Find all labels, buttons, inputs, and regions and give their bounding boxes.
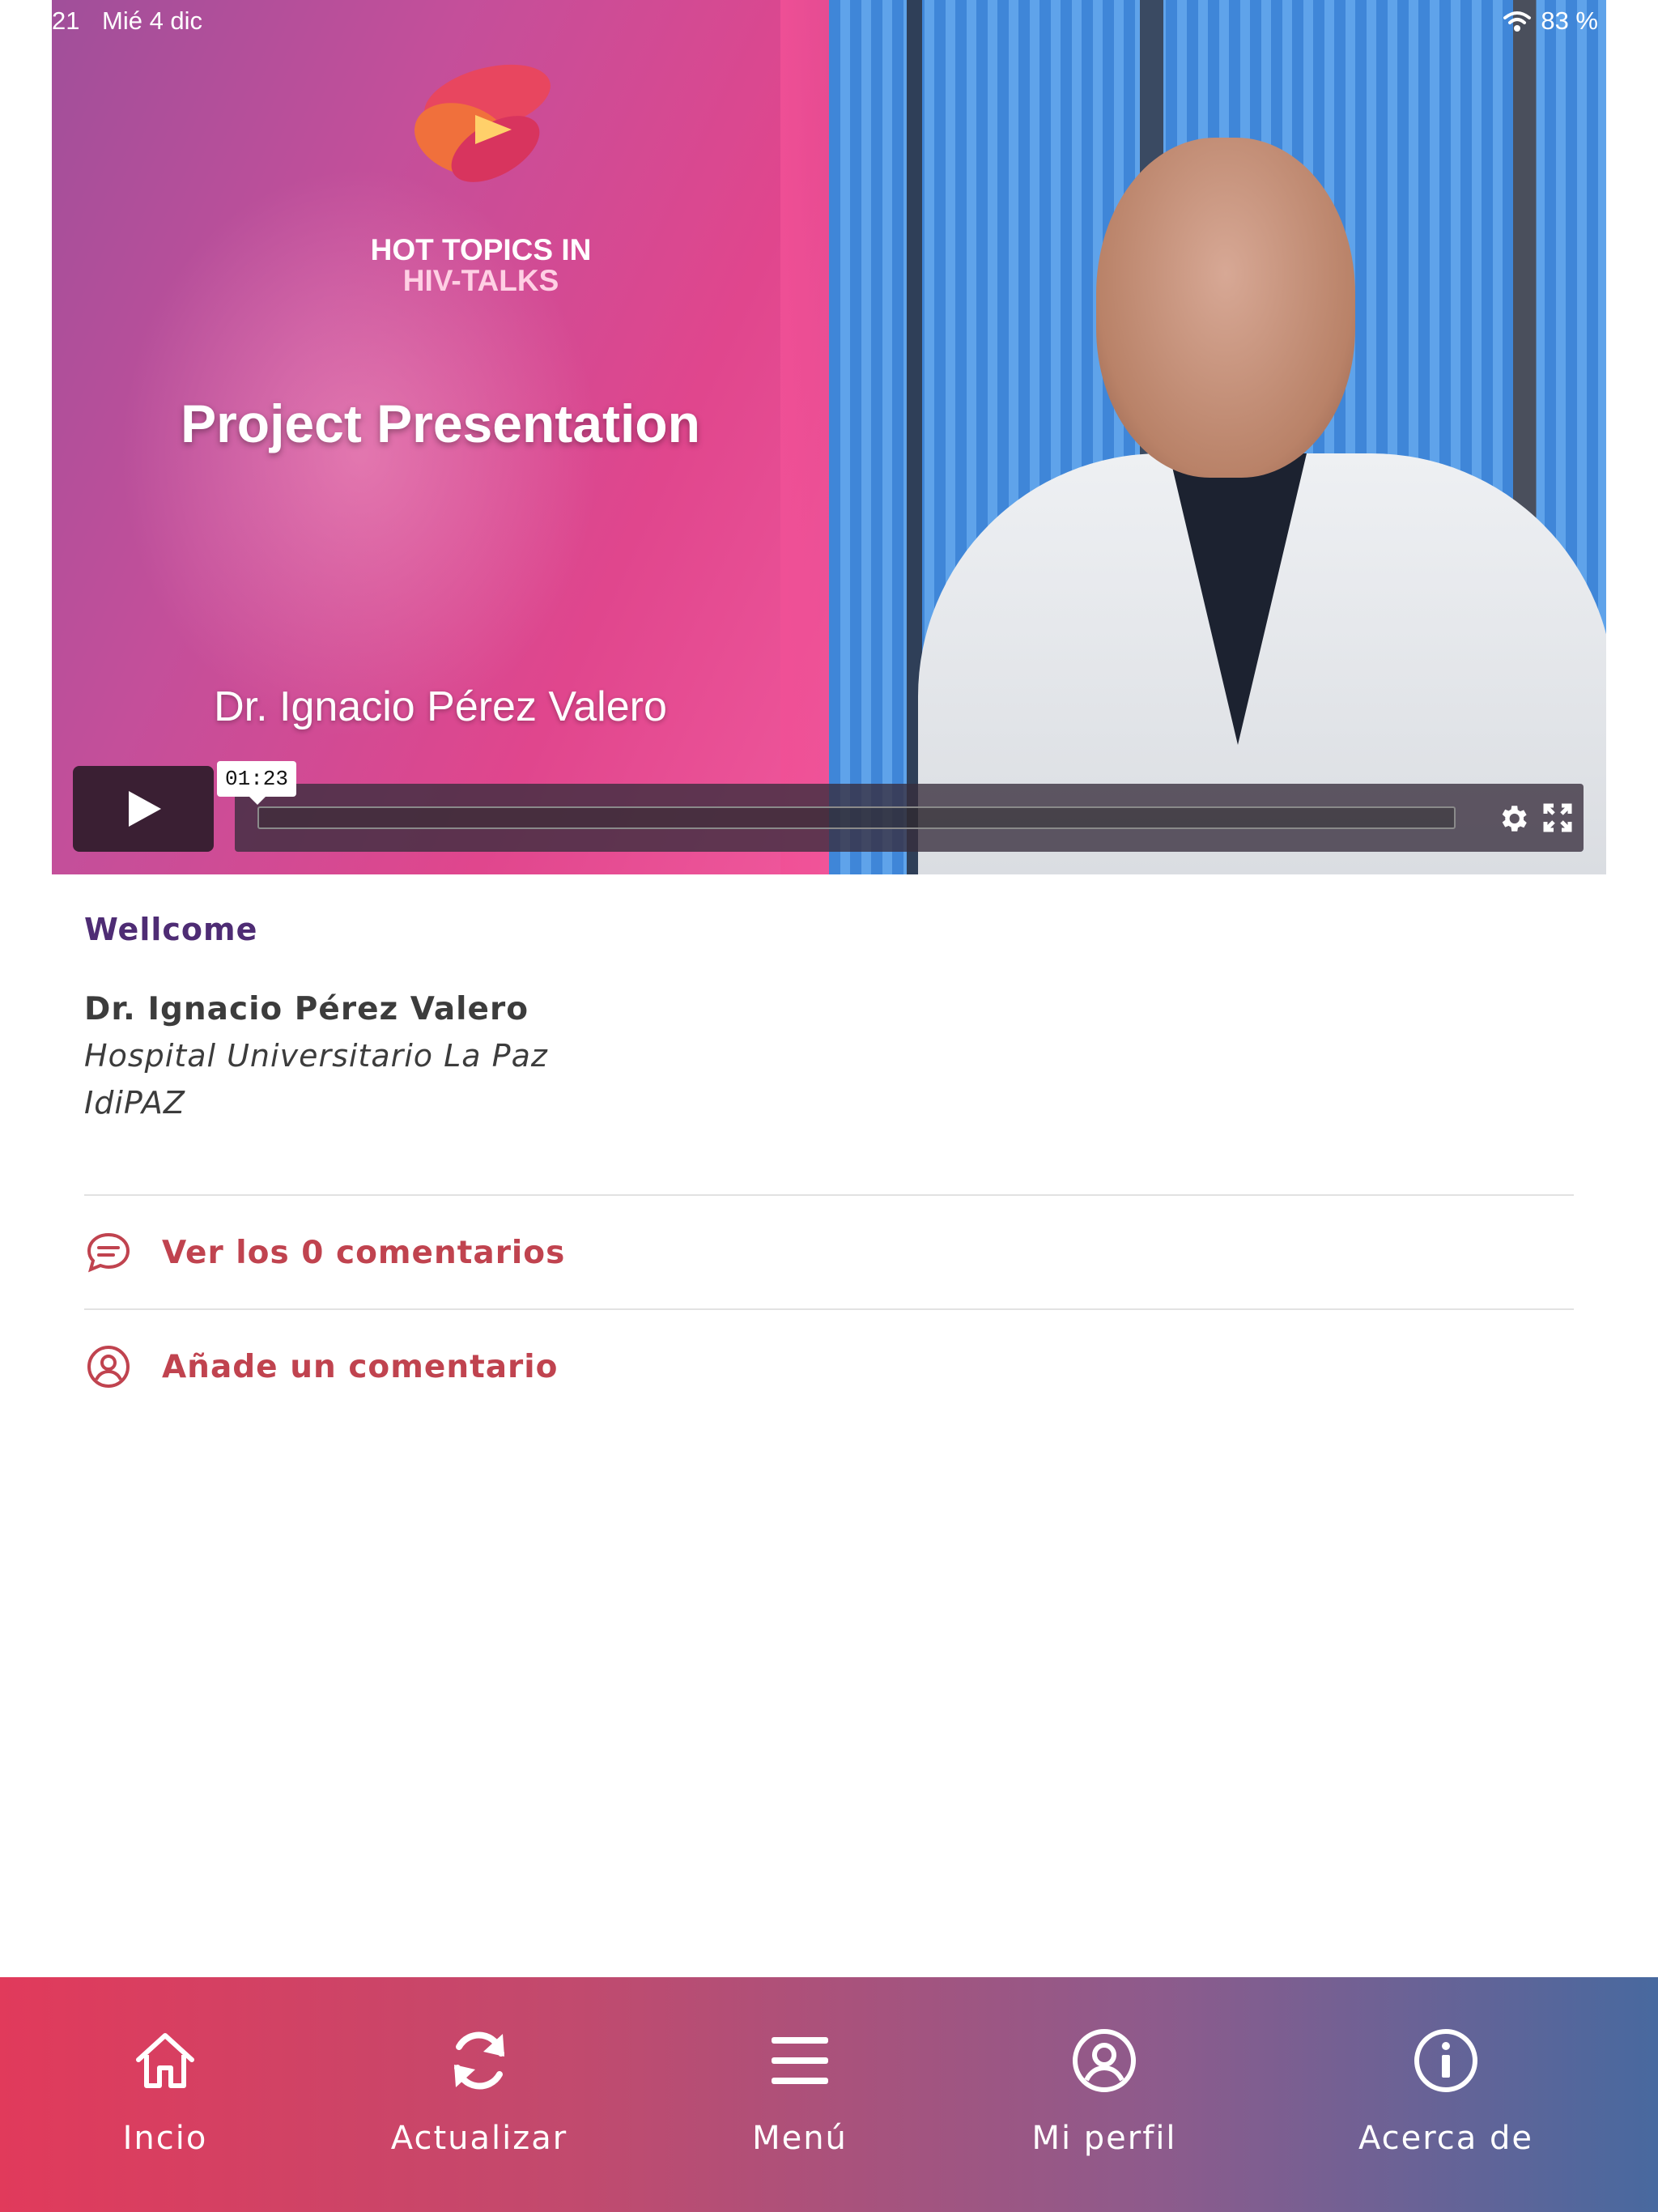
- fullscreen-icon[interactable]: [1541, 802, 1574, 834]
- wifi-icon: [1503, 11, 1532, 32]
- play-icon: [129, 791, 161, 827]
- status-right: 83 %: [1503, 6, 1626, 36]
- tab-label: Incio: [122, 2120, 208, 2157]
- home-icon: [136, 2033, 194, 2088]
- divider: [84, 1308, 1574, 1310]
- menu-icon: [772, 2037, 828, 2084]
- divider: [84, 1194, 1574, 1196]
- progress-track[interactable]: [257, 806, 1456, 829]
- tab-incio[interactable]: Incio: [36, 2026, 295, 2157]
- status-date: Mié 4 dic: [102, 6, 203, 35]
- user-circle-icon: [87, 1346, 130, 1388]
- battery-icon: [1608, 10, 1626, 32]
- tab-acerca-de[interactable]: Acerca de: [1316, 2026, 1575, 2157]
- info-icon: [1414, 2029, 1477, 2092]
- battery-percent: 83 %: [1541, 6, 1598, 35]
- add-comment-link[interactable]: Añade un comentario: [84, 1338, 558, 1395]
- refresh-icon: [454, 2031, 504, 2090]
- speaker-institution-1: Hospital Universitario La Paz: [84, 1038, 548, 1074]
- tab-label: Menú: [752, 2120, 848, 2157]
- tab-label: Actualizar: [390, 2120, 568, 2157]
- chat-bubble-icon: [87, 1232, 130, 1273]
- settings-gear-icon[interactable]: [1496, 802, 1530, 836]
- speaker-name: Dr. Ignacio Pérez Valero: [84, 991, 529, 1027]
- logo-line2: HIV-TALKS: [402, 264, 559, 297]
- status-time: 21: [52, 6, 80, 35]
- tab-mi-perfil[interactable]: Mi perfil: [975, 2026, 1234, 2157]
- tab-label: Mi perfil: [1031, 2120, 1177, 2157]
- video-player[interactable]: HOT TOPICS IN HIV-TALKS Project Presenta…: [52, 0, 1606, 874]
- view-comments-link[interactable]: Ver los 0 comentarios: [84, 1224, 565, 1281]
- tab-menu[interactable]: Menú: [670, 2026, 929, 2157]
- logo-text: HOT TOPICS IN HIV-TALKS: [359, 235, 602, 296]
- video-slide-speaker: Dr. Ignacio Pérez Valero: [214, 683, 667, 730]
- bottom-tab-bar: Incio Actualizar Menú Mi perfil Acerca d…: [0, 1977, 1658, 2212]
- add-comment-label: Añade un comentario: [162, 1348, 559, 1385]
- tab-actualizar[interactable]: Actualizar: [350, 2026, 609, 2157]
- speaker-institution-2: IdiPAZ: [84, 1085, 185, 1121]
- video-slide-title: Project Presentation: [181, 393, 700, 453]
- user-circle-icon: [1073, 2029, 1136, 2092]
- video-controls-bar: [235, 784, 1584, 852]
- section-title: Wellcome: [84, 912, 258, 947]
- speaker-head: [1096, 138, 1355, 478]
- play-button[interactable]: [73, 766, 214, 852]
- hiv-talks-logo-icon: [414, 64, 551, 182]
- time-tooltip: 01:23: [217, 761, 297, 805]
- view-comments-label: Ver los 0 comentarios: [162, 1234, 566, 1271]
- status-bar: 21 Mié 4 dic 83 %: [0, 0, 1658, 42]
- tab-label: Acerca de: [1358, 2120, 1534, 2157]
- logo-line1: HOT TOPICS IN: [370, 233, 592, 266]
